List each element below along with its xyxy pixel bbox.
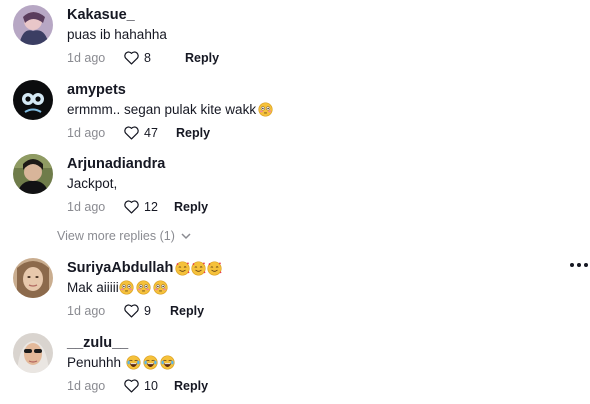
like-button[interactable]: 47: [123, 125, 176, 140]
reply-button[interactable]: Reply: [174, 200, 208, 214]
comment-username: SuriyaAbdullah: [67, 260, 222, 276]
comment-username[interactable]: Kakasue_: [67, 7, 135, 23]
comment-username[interactable]: Arjunadiandra: [67, 156, 165, 172]
like-count: 8: [144, 50, 151, 65]
tears-of-joy-emoji: [160, 355, 175, 370]
comment-time: 1d ago: [67, 199, 106, 214]
like-button[interactable]: 9: [123, 303, 170, 318]
comment-text-content: ermmm.. segan pulak kite wakk: [67, 102, 257, 117]
avatar[interactable]: [13, 80, 53, 120]
avatar[interactable]: [13, 5, 53, 45]
reply-button[interactable]: Reply: [170, 304, 204, 318]
comment-text-content: Jackpot,: [67, 176, 118, 191]
comment-meta: 1d ago 47 Reply: [67, 125, 210, 140]
avatar[interactable]: [13, 333, 53, 373]
comment-time: 1d ago: [67, 378, 106, 393]
like-button[interactable]: 10: [123, 378, 174, 393]
reply-button[interactable]: Reply: [174, 379, 208, 393]
comment-text: Mak aiiiii: [67, 280, 168, 295]
avatar[interactable]: [13, 154, 53, 194]
heart-outline-icon: [124, 379, 139, 393]
comment-text-content: Penuhhh: [67, 355, 125, 370]
flushed-face-emoji: [136, 280, 151, 295]
heart-outline-icon: [124, 51, 139, 65]
comment-text: puas ib hahahha: [67, 27, 167, 42]
flushed-face-emoji: [153, 280, 168, 295]
more-horizontal-icon-dot: [584, 263, 588, 267]
chevron-down-icon: [181, 233, 191, 240]
reply-button[interactable]: Reply: [176, 126, 210, 140]
heart-outline-icon: [124, 126, 139, 140]
comment-text: Penuhhh: [67, 355, 175, 370]
heart-outline-icon: [124, 304, 139, 318]
like-button[interactable]: 8: [123, 50, 185, 65]
comment-meta: 1d ago 8 Reply: [67, 50, 219, 65]
comment-meta: 1d ago 9 Reply: [67, 303, 204, 318]
smiling-face-with-hearts-emoji: [191, 260, 206, 276]
like-count: 12: [144, 199, 158, 214]
comment-time: 1d ago: [67, 303, 106, 318]
comment-time: 1d ago: [67, 125, 106, 140]
comment-text-content: Mak aiiiii: [67, 280, 119, 295]
tears-of-joy-emoji: [126, 355, 141, 370]
comment-username[interactable]: __zulu__: [67, 335, 128, 351]
avatar[interactable]: [13, 258, 53, 298]
like-count: 10: [144, 378, 158, 393]
comment-time: 1d ago: [67, 50, 106, 65]
comment-text: ermmm.. segan pulak kite wakk: [67, 102, 273, 117]
like-count: 9: [144, 303, 151, 318]
comment-username-text[interactable]: SuriyaAbdullah: [67, 260, 173, 276]
reply-button[interactable]: Reply: [185, 51, 219, 65]
comment-text-content: puas ib hahahha: [67, 27, 167, 42]
smiling-face-with-hearts-emoji: [175, 260, 190, 276]
tears-of-joy-emoji: [143, 355, 158, 370]
more-horizontal-icon-dot: [577, 263, 581, 267]
comment-meta: 1d ago 12 Reply: [67, 199, 208, 214]
more-horizontal-icon: [570, 263, 574, 267]
more-options-button[interactable]: [570, 263, 588, 267]
view-more-replies-label: View more replies (1): [57, 229, 175, 243]
smiling-face-with-hearts-emoji: [207, 260, 222, 276]
like-count: 47: [144, 125, 158, 140]
flushed-face-emoji: [258, 102, 273, 117]
comment-text: Jackpot,: [67, 176, 117, 191]
flushed-face-emoji: [119, 280, 134, 295]
heart-outline-icon: [124, 200, 139, 214]
like-button[interactable]: 12: [123, 199, 174, 214]
comment-meta: 1d ago 10 Reply: [67, 378, 208, 393]
comment-username[interactable]: amypets: [67, 82, 126, 98]
view-more-replies-button[interactable]: View more replies (1): [57, 229, 191, 243]
